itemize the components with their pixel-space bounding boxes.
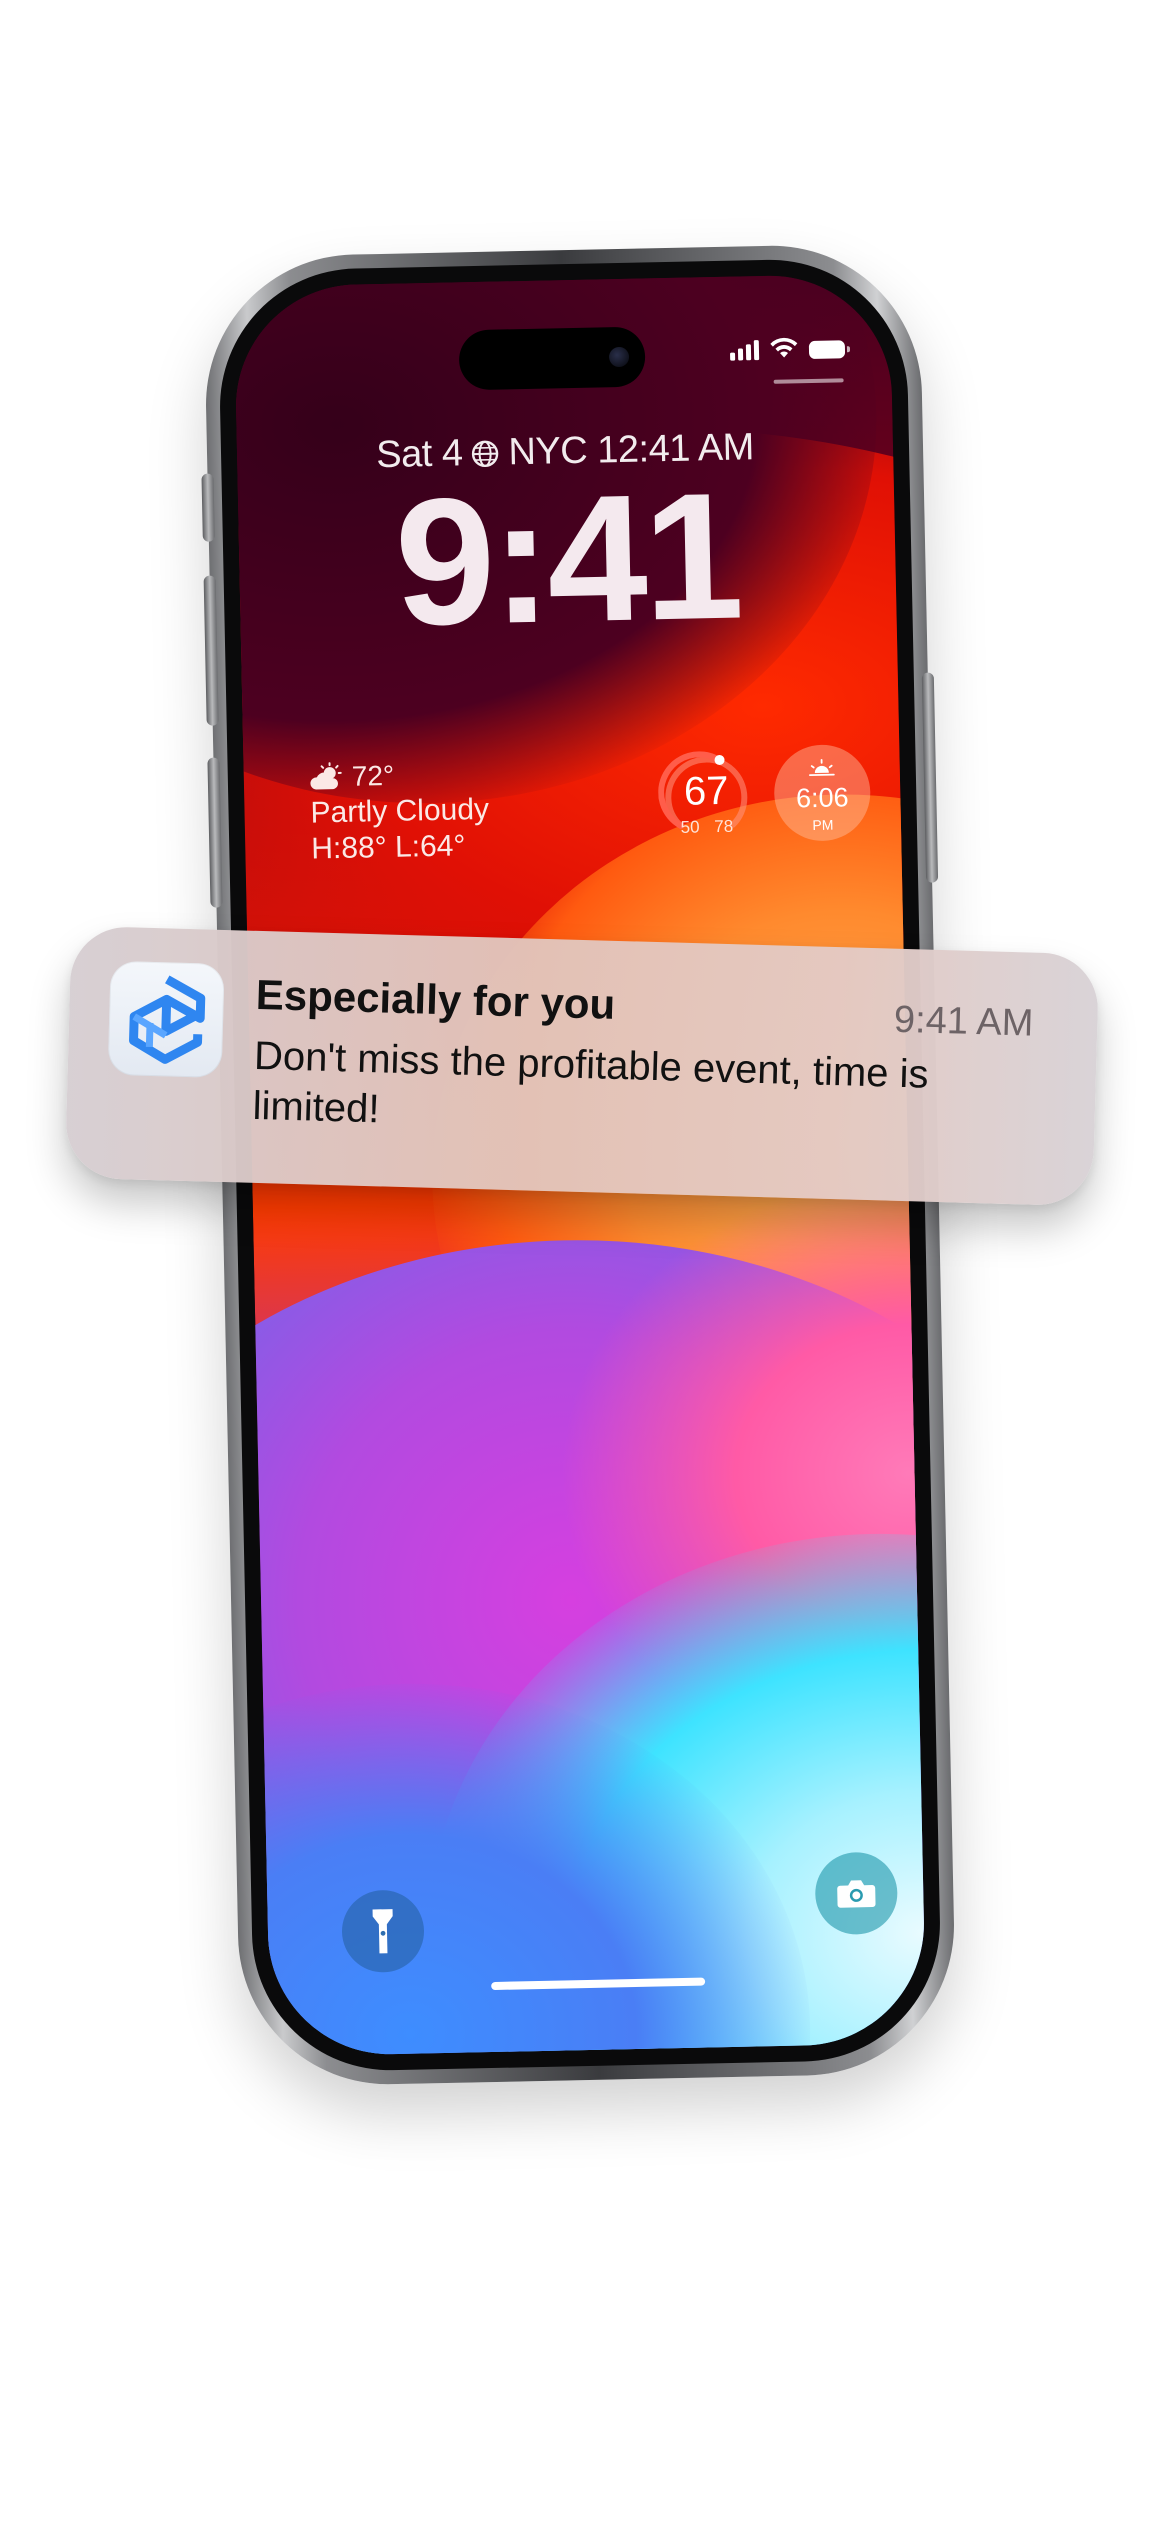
wifi-icon	[770, 337, 798, 358]
status-icons	[730, 336, 846, 361]
notification-time: 9:41 AM	[893, 998, 1034, 1045]
cellular-signal-icon	[730, 338, 760, 361]
flashlight-icon	[372, 1909, 393, 1954]
battery-icon	[808, 340, 846, 360]
gauge-range: 50 78	[659, 816, 755, 838]
weather-temperature-row: 72°	[309, 756, 488, 796]
weather-condition: Partly Cloudy	[310, 792, 490, 830]
sunset-period: PM	[812, 816, 834, 834]
weather-high-low: H:88° L:64°	[310, 829, 466, 866]
lock-time: 9:41	[393, 455, 742, 664]
sunset-time: 6:06	[795, 782, 849, 814]
notification-banner[interactable]: Especially for you 9:41 AM Don't miss th…	[64, 925, 1100, 1207]
sunset-icon	[808, 758, 835, 777]
notification-app-icon	[107, 960, 225, 1078]
gauge-max: 78	[714, 816, 734, 837]
camera-icon	[837, 1880, 876, 1908]
weather-widget[interactable]: 72° Partly Cloudy H:88° L:64°	[309, 756, 490, 868]
sunset-widget[interactable]: 6:06 PM	[773, 743, 872, 842]
notification-title: Especially for you	[255, 970, 616, 1028]
gauge-min: 50	[680, 817, 700, 837]
stage: Sat 4 NYC 12:41 AM 9:41 72° Partly Cloud…	[0, 0, 1170, 2532]
temperature-gauge-widget[interactable]: 67 50 78	[657, 746, 755, 844]
partly-cloudy-icon	[310, 762, 342, 790]
gauge-value: 67	[683, 768, 729, 814]
action-button	[201, 473, 215, 542]
front-camera-icon	[608, 346, 630, 368]
app-logo-icon	[129, 975, 206, 1064]
weather-temperature: 72°	[351, 759, 395, 792]
dynamic-island	[458, 326, 646, 391]
notification-body: Don't miss the profitable event, time is…	[252, 1033, 930, 1132]
